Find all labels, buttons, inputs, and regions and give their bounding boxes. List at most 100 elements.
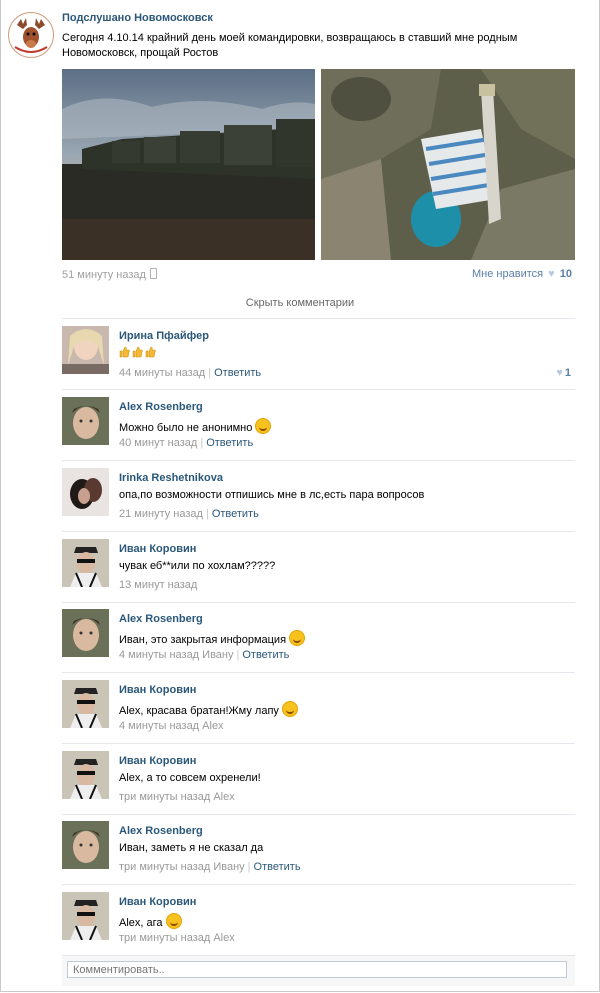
avatar-image bbox=[62, 397, 109, 445]
avatar[interactable] bbox=[62, 397, 109, 445]
divider bbox=[62, 318, 575, 319]
comment-text bbox=[119, 346, 158, 361]
avatar-image bbox=[62, 821, 109, 869]
comment-author[interactable]: Alex Rosenberg bbox=[119, 613, 203, 625]
like-label: Мне нравится bbox=[472, 268, 544, 280]
thumbs-up-icon bbox=[119, 346, 130, 358]
comment-text-content: Alex, красава братан!Жму лапу bbox=[119, 705, 279, 717]
comment-author[interactable]: Irinka Reshetnikova bbox=[119, 472, 223, 484]
comment-time[interactable]: 4 минуты назад Ивану bbox=[119, 649, 233, 661]
comment-text: Иван, заметь я не сказал да bbox=[119, 842, 264, 854]
comment-author[interactable]: Иван Коровин bbox=[119, 755, 196, 767]
comment-text: Можно было не анонимно bbox=[119, 418, 272, 434]
heart-icon: ♥ bbox=[556, 367, 563, 379]
smile-icon bbox=[281, 701, 298, 717]
comment-meta: 4 минуты назад Ивану | Ответить bbox=[119, 649, 290, 661]
comment-time[interactable]: 21 минуту назад bbox=[119, 508, 203, 520]
comment-item: Иван Коровин чувак еб**или по хохлам????… bbox=[62, 539, 575, 599]
comment-text: Alex, а то совсем охренели! bbox=[119, 772, 261, 784]
comment-meta: 40 минут назад | Ответить bbox=[119, 437, 254, 449]
avatar[interactable] bbox=[62, 326, 109, 374]
comment-meta: 4 минуты назад Alex bbox=[119, 720, 224, 732]
reply-link[interactable]: Ответить bbox=[254, 861, 301, 873]
comment-time[interactable]: 4 минуты назад Alex bbox=[119, 720, 224, 732]
thumbs-up-icon bbox=[132, 346, 143, 358]
post-like-button[interactable]: Мне нравится ♥ 10 bbox=[472, 268, 572, 280]
comment-text-content: Можно было не анонимно bbox=[119, 422, 253, 434]
comment-time[interactable]: три минуты назад Ивану bbox=[119, 861, 245, 873]
group-name-link[interactable]: Подслушано Новомосковск bbox=[62, 12, 213, 24]
divider bbox=[62, 743, 575, 744]
thumbs-up-icon bbox=[145, 346, 156, 358]
comment-like-count: 1 bbox=[564, 367, 571, 379]
moose-logo-icon bbox=[10, 14, 52, 56]
comment-time[interactable]: 40 минут назад bbox=[119, 437, 197, 449]
comment-author[interactable]: Иван Коровин bbox=[119, 543, 196, 555]
smile-icon bbox=[289, 630, 306, 646]
comment-input[interactable] bbox=[67, 961, 567, 978]
knife-photo-image bbox=[321, 69, 575, 260]
comment-meta: три минуты назад Ивану | Ответить bbox=[119, 861, 301, 873]
heart-icon: ♥ bbox=[548, 268, 555, 280]
divider bbox=[62, 602, 575, 603]
comment-like-button[interactable]: ♥ 1 bbox=[554, 367, 571, 379]
avatar[interactable] bbox=[62, 539, 109, 587]
comment-author[interactable]: Иван Коровин bbox=[119, 684, 196, 696]
comment-time[interactable]: 44 минуты назад bbox=[119, 367, 205, 379]
comment-meta: три минуты назад Alex bbox=[119, 791, 235, 803]
avatar[interactable] bbox=[62, 680, 109, 728]
group-avatar[interactable] bbox=[8, 12, 54, 58]
comment-item: Alex Rosenberg Иван, заметь я не сказал … bbox=[62, 821, 575, 881]
comment-text: опа,по возможности отпишись мне в лс,ест… bbox=[119, 489, 425, 501]
comment-text-content: Alex, ага bbox=[119, 917, 163, 929]
phone-icon bbox=[149, 268, 157, 279]
comment-item: Иван Коровин Alex, красава братан!Жму ла… bbox=[62, 680, 575, 740]
comment-item: Иван Коровин Alex, ага три минуты назад … bbox=[62, 892, 575, 952]
avatar[interactable] bbox=[62, 609, 109, 657]
comment-meta: 44 минуты назад | Ответить bbox=[119, 367, 262, 379]
comment-text: Alex, красава братан!Жму лапу bbox=[119, 701, 298, 717]
comment-author[interactable]: Alex Rosenberg bbox=[119, 401, 203, 413]
comment-time[interactable]: три минуты назад Alex bbox=[119, 932, 235, 944]
post-time[interactable]: 51 минуту назад bbox=[62, 268, 157, 281]
divider bbox=[62, 884, 575, 885]
avatar-image bbox=[62, 468, 109, 516]
hide-comments-link[interactable]: Скрыть комментарии bbox=[0, 297, 600, 309]
post-meta: 51 минуту назад Мне нравится ♥ 10 bbox=[62, 268, 572, 282]
avatar-image bbox=[62, 539, 109, 587]
comment-text: Иван, это закрытая информация bbox=[119, 630, 306, 646]
comment-meta: 21 минуту назад | Ответить bbox=[119, 508, 259, 520]
divider bbox=[62, 389, 575, 390]
avatar-image bbox=[62, 751, 109, 799]
comment-author[interactable]: Alex Rosenberg bbox=[119, 825, 203, 837]
post-photo-trucks[interactable] bbox=[62, 69, 315, 260]
divider bbox=[62, 672, 575, 673]
comment-item: Ирина Пфайфер 44 минуты назад | Ответить ♥… bbox=[62, 326, 575, 386]
avatar-image bbox=[62, 680, 109, 728]
reply-link[interactable]: Ответить bbox=[212, 508, 259, 520]
comment-author[interactable]: Ирина Пфайфер bbox=[119, 330, 209, 342]
avatar-image bbox=[62, 326, 109, 374]
comment-text: Alex, ага bbox=[119, 913, 182, 929]
divider bbox=[62, 460, 575, 461]
avatar[interactable] bbox=[62, 468, 109, 516]
reply-link[interactable]: Ответить bbox=[206, 437, 253, 449]
post-photo-knife[interactable] bbox=[321, 69, 575, 260]
comment-item: Alex Rosenberg Иван, это закрытая информ… bbox=[62, 609, 575, 669]
comment-author[interactable]: Иван Коровин bbox=[119, 896, 196, 908]
comment-time[interactable]: три минуты назад Alex bbox=[119, 791, 235, 803]
avatar[interactable] bbox=[62, 892, 109, 940]
avatar-image bbox=[62, 609, 109, 657]
smile-icon bbox=[255, 418, 272, 434]
divider bbox=[62, 814, 575, 815]
post-text: Сегодня 4.10.14 крайний день моей команд… bbox=[62, 32, 518, 59]
avatar[interactable] bbox=[62, 821, 109, 869]
avatar[interactable] bbox=[62, 751, 109, 799]
post-time-text[interactable]: 51 минуту назад bbox=[62, 269, 146, 281]
reply-link[interactable]: Ответить bbox=[242, 649, 289, 661]
trucks-photo-image bbox=[62, 69, 315, 260]
comment-time[interactable]: 13 минут назад bbox=[119, 579, 197, 591]
reply-link[interactable]: Ответить bbox=[214, 367, 261, 379]
comment-item: Иван Коровин Alex, а то совсем охренели!… bbox=[62, 751, 575, 811]
comment-item: Alex Rosenberg Можно было не анонимно 40… bbox=[62, 397, 575, 457]
